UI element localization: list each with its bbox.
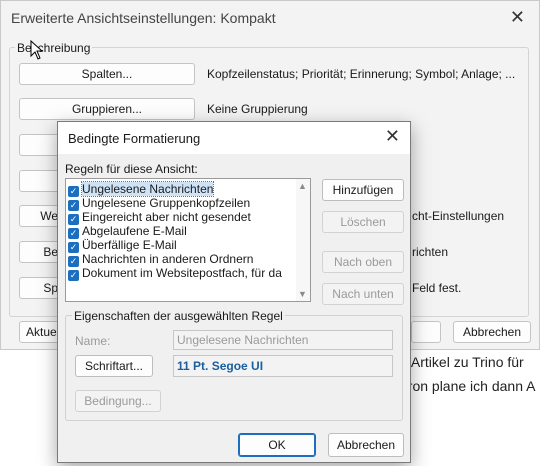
- other-settings-info: cht-Einstellungen: [412, 209, 505, 223]
- font-button[interactable]: Schriftart...: [75, 355, 153, 377]
- mouse-cursor-icon: [30, 40, 44, 60]
- rule-item[interactable]: ✓ Abgelaufene E-Mail: [68, 224, 296, 239]
- rule-label: Eingereicht aber nicht gesendet: [82, 210, 251, 224]
- checkbox-checked-icon[interactable]: ✓: [68, 270, 79, 281]
- rule-item[interactable]: ✓ Ungelesene Gruppenkopfzeilen: [68, 196, 296, 211]
- conditional-formatting-dialog: Bedingte Formatierung ✕ Regeln für diese…: [57, 121, 411, 463]
- group-by-button[interactable]: Gruppieren...: [19, 98, 195, 120]
- background-document-text: n Artikel zu Trino für eron plane ich da…: [400, 350, 540, 410]
- delete-rule-button[interactable]: Löschen: [322, 211, 404, 233]
- modal-title: Bedingte Formatierung: [68, 131, 201, 146]
- rule-item[interactable]: ✓ Nachrichten in anderen Ordnern: [68, 252, 296, 267]
- rules-scrollbar[interactable]: ▲ ▼: [296, 179, 310, 301]
- condition-button[interactable]: Bedingung...: [75, 390, 161, 412]
- move-down-button[interactable]: Nach unten: [322, 283, 404, 305]
- add-rule-button[interactable]: Hinzufügen: [322, 179, 404, 201]
- font-preview: 11 Pt. Segoe UI: [173, 355, 393, 377]
- conditional-formatting-info: richten: [412, 245, 449, 259]
- rule-item[interactable]: ✓ Überfällige E-Mail: [68, 238, 296, 253]
- close-icon[interactable]: ✕: [510, 7, 525, 28]
- scroll-up-icon[interactable]: ▲: [298, 181, 307, 191]
- modal-titlebar: Bedingte Formatierung ✕: [58, 122, 410, 154]
- background-line-1: n Artikel zu Trino für: [400, 354, 524, 370]
- rule-label: Dokument im Websitepostfach, für da: [82, 266, 282, 280]
- dialog-title: Erweiterte Ansichtseinstellungen: Kompak…: [11, 10, 276, 26]
- rule-label: Abgelaufene E-Mail: [82, 224, 187, 238]
- background-line-2: eron plane ich dann A: [400, 378, 536, 394]
- name-label: Name:: [75, 334, 111, 348]
- move-up-button[interactable]: Nach oben: [322, 251, 404, 273]
- columns-info: Kopfzeilenstatus; Priorität; Erinnerung;…: [207, 67, 516, 81]
- rule-properties-label: Eigenschaften der ausgewählten Regel: [72, 309, 285, 323]
- rules-label: Regeln für diese Ansicht:: [65, 162, 198, 176]
- back-ok-button[interactable]: [411, 321, 441, 343]
- cancel-button[interactable]: Abbrechen: [328, 433, 404, 457]
- modal-close-icon[interactable]: ✕: [385, 126, 400, 147]
- rule-name-field[interactable]: Ungelesene Nachrichten: [173, 330, 393, 350]
- columns-button[interactable]: Spalten...: [19, 63, 195, 85]
- rule-label: Ungelesene Gruppenkopfzeilen: [82, 196, 251, 210]
- group-by-info: Keine Gruppierung: [207, 102, 308, 116]
- rule-label: Überfällige E-Mail: [82, 238, 177, 252]
- rule-item[interactable]: ✓ Dokument im Websitepostfach, für da: [68, 266, 296, 281]
- rule-label: Nachrichten in anderen Ordnern: [82, 252, 254, 266]
- back-cancel-button[interactable]: Abbrechen: [453, 321, 531, 343]
- scroll-down-icon[interactable]: ▼: [298, 289, 307, 299]
- format-columns-info: Feld fest.: [412, 281, 462, 295]
- description-group-label: Beschreibung: [15, 41, 93, 55]
- ok-button[interactable]: OK: [238, 433, 316, 457]
- rules-listbox[interactable]: ✓ Ungelesene Nachrichten ✓ Ungelesene Grup…: [65, 178, 311, 302]
- rule-item[interactable]: ✓ Eingereicht aber nicht gesendet: [68, 210, 296, 225]
- rule-item[interactable]: ✓ Ungelesene Nachrichten: [68, 181, 296, 197]
- rule-label: Ungelesene Nachrichten: [80, 181, 215, 197]
